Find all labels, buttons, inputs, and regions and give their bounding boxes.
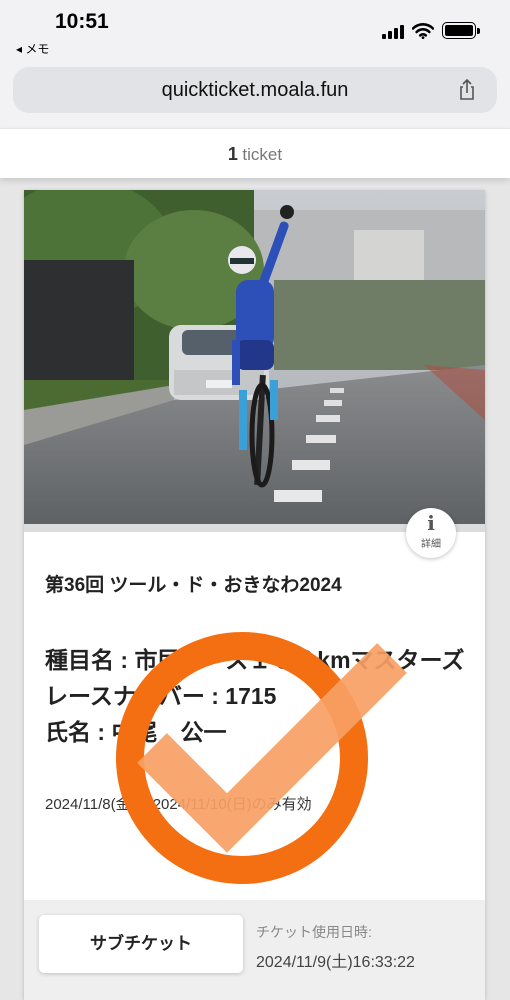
race-number-line: レースナンバー : 1715: [45, 683, 277, 709]
wifi-icon: [412, 22, 434, 39]
event-photo: [24, 190, 485, 532]
sub-ticket-button[interactable]: サブチケット: [39, 915, 243, 973]
signal-icon: [382, 23, 404, 39]
battery-icon: [442, 22, 480, 39]
ticket-count: 1: [227, 144, 238, 164]
validity-period: 2024/11/8(金) ~ 2024/11/10(日)のみ有効: [45, 796, 312, 813]
back-to-app-link[interactable]: ◂ メモ: [16, 40, 49, 57]
status-time: 10:51: [55, 10, 109, 33]
ticket-footer: サブチケット チケット使用日時: 2024/11/9(土)16:33:22: [24, 900, 485, 1000]
ticket-details: 種目名 : 市民レース１００kmマスターズ レースナンバー : 1715 氏名 …: [45, 642, 465, 750]
browser-toolbar: quickticket.moala.fun: [0, 60, 510, 128]
ticket-card: i 詳細 第36回 ツール・ド・おきなわ2024 種目名 : 市民レース１００k…: [24, 190, 485, 1000]
ticket-count-label: ticket: [242, 145, 283, 164]
ticket-count-header: 1 ticket: [0, 128, 510, 178]
status-bar: 10:51 ◂ メモ: [0, 0, 510, 60]
event-title: 第36回 ツール・ド・おきなわ2024: [45, 575, 342, 596]
category-line: 種目名 : 市民レース１００kmマスターズ: [45, 647, 465, 673]
info-icon: i: [427, 511, 435, 535]
status-icons: [382, 22, 480, 39]
details-button[interactable]: i 詳細: [406, 508, 456, 558]
usage-datetime-value: 2024/11/9(土)16:33:22: [256, 954, 415, 971]
participant-name-line: 氏名 : 中尾 公一: [45, 719, 227, 745]
details-label: 詳細: [421, 539, 441, 550]
share-icon[interactable]: [455, 78, 479, 102]
url-text: quickticket.moala.fun: [161, 79, 349, 101]
usage-datetime-label: チケット使用日時:: [256, 924, 372, 940]
address-bar[interactable]: quickticket.moala.fun: [13, 67, 497, 113]
